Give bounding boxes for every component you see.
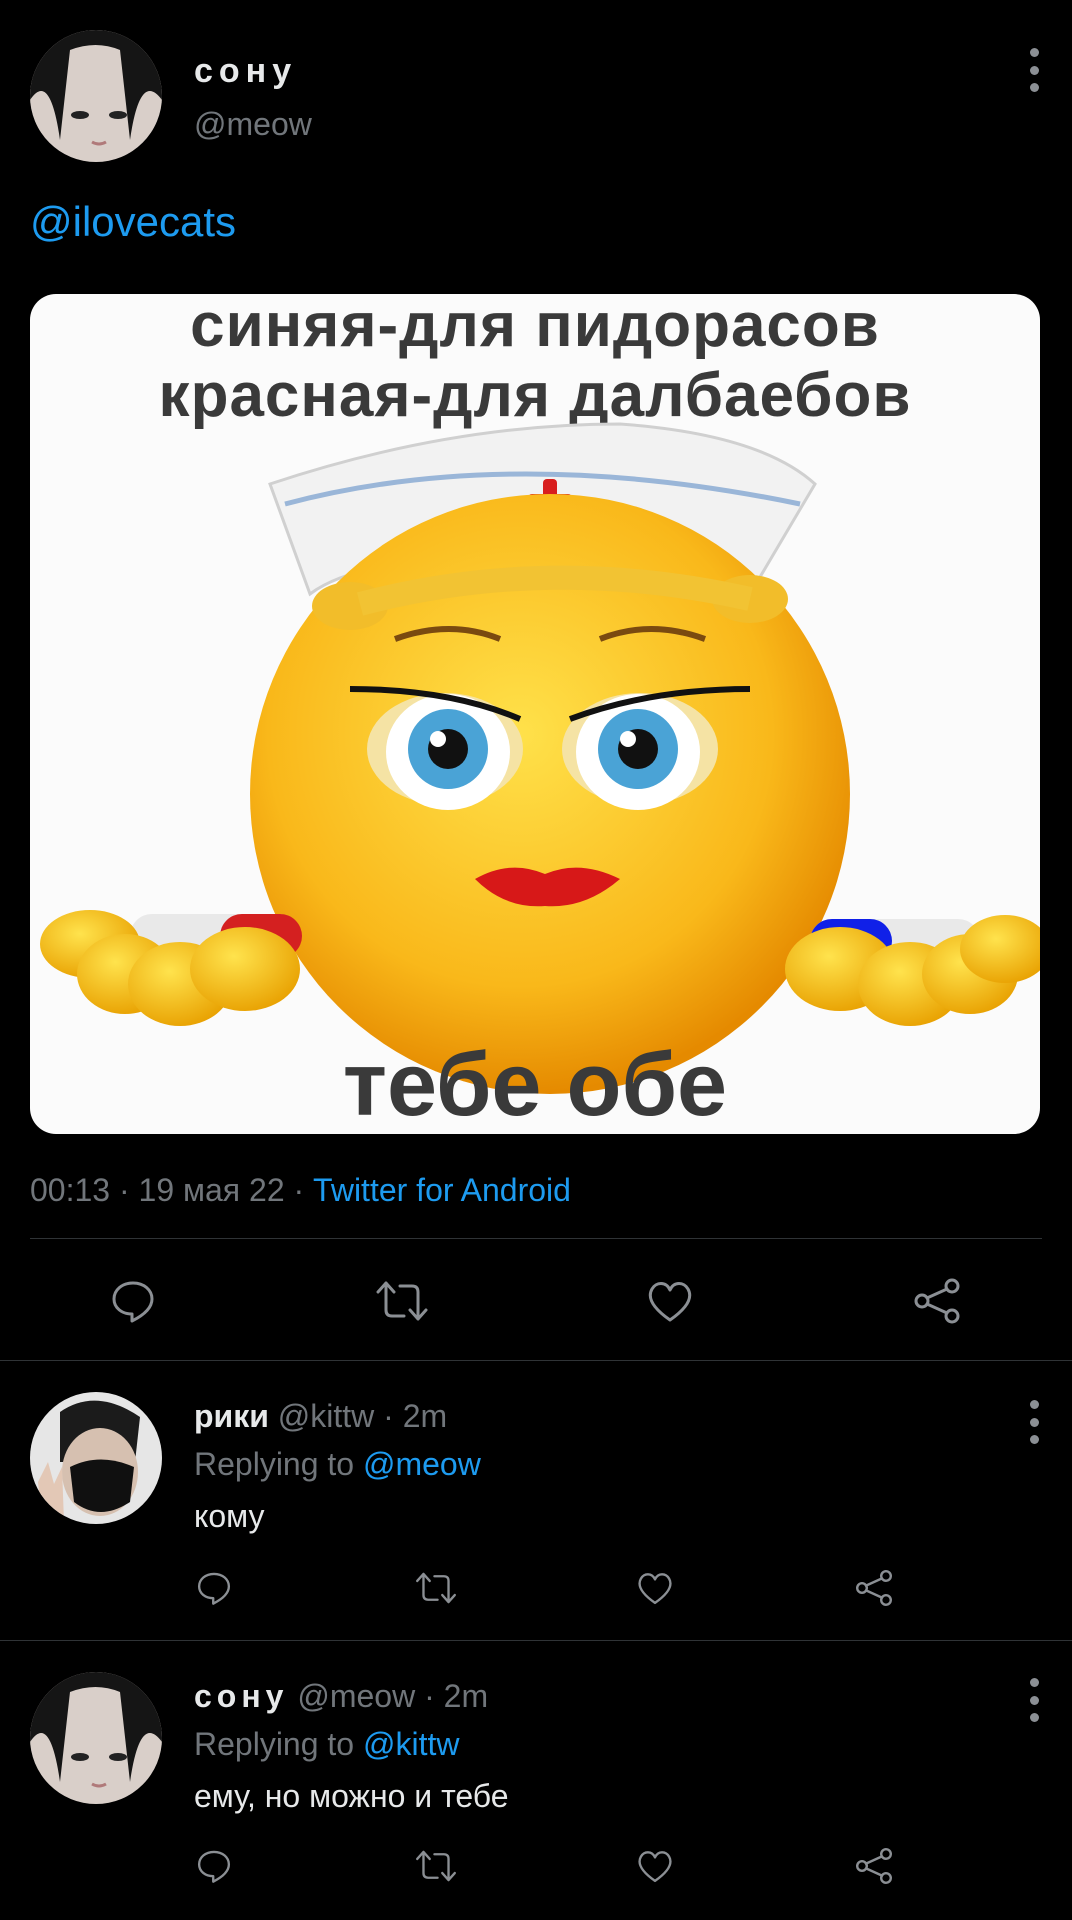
reply-header: сону @meow · 2m bbox=[194, 1678, 488, 1715]
more-options-icon[interactable] bbox=[1024, 1678, 1044, 1722]
reply-avatar[interactable] bbox=[30, 1392, 162, 1524]
retweet-icon bbox=[376, 1281, 428, 1321]
divider bbox=[0, 1640, 1072, 1641]
reply-time: · 2m bbox=[383, 1398, 448, 1434]
reply-icon bbox=[197, 1572, 231, 1605]
like-icon bbox=[648, 1282, 692, 1322]
reply-avatar[interactable] bbox=[30, 1672, 162, 1804]
share-icon bbox=[914, 1278, 960, 1324]
share-icon bbox=[856, 1570, 892, 1606]
reply-author-name[interactable]: рики bbox=[194, 1398, 269, 1434]
reply-author-handle[interactable]: @kittw bbox=[278, 1398, 374, 1434]
tweet-image[interactable]: синяя-для пидорасов красная-для далбаебо… bbox=[30, 294, 1040, 1134]
replying-to-link[interactable]: @kittw bbox=[363, 1726, 459, 1762]
share-button[interactable] bbox=[854, 1846, 894, 1891]
share-button[interactable] bbox=[854, 1568, 894, 1613]
retweet-icon bbox=[416, 1850, 456, 1882]
tweet-client-link[interactable]: Twitter for Android bbox=[313, 1172, 571, 1208]
reply-author-handle[interactable]: @meow bbox=[297, 1678, 415, 1714]
like-icon bbox=[638, 1851, 672, 1883]
retweet-button[interactable] bbox=[414, 1848, 458, 1889]
replying-to-label: Replying to bbox=[194, 1446, 355, 1482]
like-button[interactable] bbox=[636, 1848, 674, 1889]
reply-author-name[interactable]: сону bbox=[194, 1678, 288, 1714]
tweet-date: 19 мая 22 bbox=[138, 1172, 285, 1208]
nurse-emoji-illustration bbox=[40, 422, 1040, 1094]
reply-header: рики @kittw · 2m bbox=[194, 1398, 447, 1435]
meta-separator: · bbox=[293, 1172, 305, 1208]
reply-time: · 2m bbox=[424, 1678, 489, 1714]
replying-to-line: Replying to @meow bbox=[194, 1446, 481, 1483]
replying-to-line: Replying to @kittw bbox=[194, 1726, 459, 1763]
retweet-button[interactable] bbox=[374, 1278, 430, 1329]
reply-icon bbox=[112, 1281, 154, 1323]
meme-bottom-text: тебе обе bbox=[342, 1035, 728, 1134]
share-button[interactable] bbox=[912, 1276, 962, 1331]
share-icon bbox=[856, 1848, 892, 1884]
divider bbox=[30, 1238, 1042, 1239]
reply-button[interactable] bbox=[110, 1278, 156, 1329]
retweet-icon bbox=[416, 1572, 456, 1604]
reply-icon bbox=[197, 1850, 231, 1883]
author-name[interactable]: сону bbox=[194, 52, 297, 91]
more-options-icon[interactable] bbox=[1024, 48, 1044, 92]
more-options-icon[interactable] bbox=[1024, 1400, 1044, 1444]
reply-text: кому bbox=[194, 1498, 265, 1534]
mention-link[interactable]: @ilovecats bbox=[30, 198, 236, 246]
like-button[interactable] bbox=[646, 1278, 694, 1329]
like-button[interactable] bbox=[636, 1570, 674, 1611]
tweet-meta: 00:13 · 19 мая 22 · Twitter for Android bbox=[30, 1172, 571, 1209]
author-avatar[interactable] bbox=[30, 30, 162, 162]
author-handle[interactable]: @meow bbox=[194, 106, 312, 143]
reply-button[interactable] bbox=[196, 1848, 232, 1889]
reply-text: ему, но можно и тебе bbox=[194, 1778, 509, 1814]
divider bbox=[0, 1360, 1072, 1361]
replying-to-link[interactable]: @meow bbox=[363, 1446, 481, 1482]
retweet-button[interactable] bbox=[414, 1570, 458, 1611]
reply-button[interactable] bbox=[196, 1570, 232, 1611]
tweet-time: 00:13 bbox=[30, 1172, 111, 1208]
meta-separator: · bbox=[118, 1172, 130, 1208]
replying-to-label: Replying to bbox=[194, 1726, 355, 1762]
like-icon bbox=[638, 1573, 672, 1605]
